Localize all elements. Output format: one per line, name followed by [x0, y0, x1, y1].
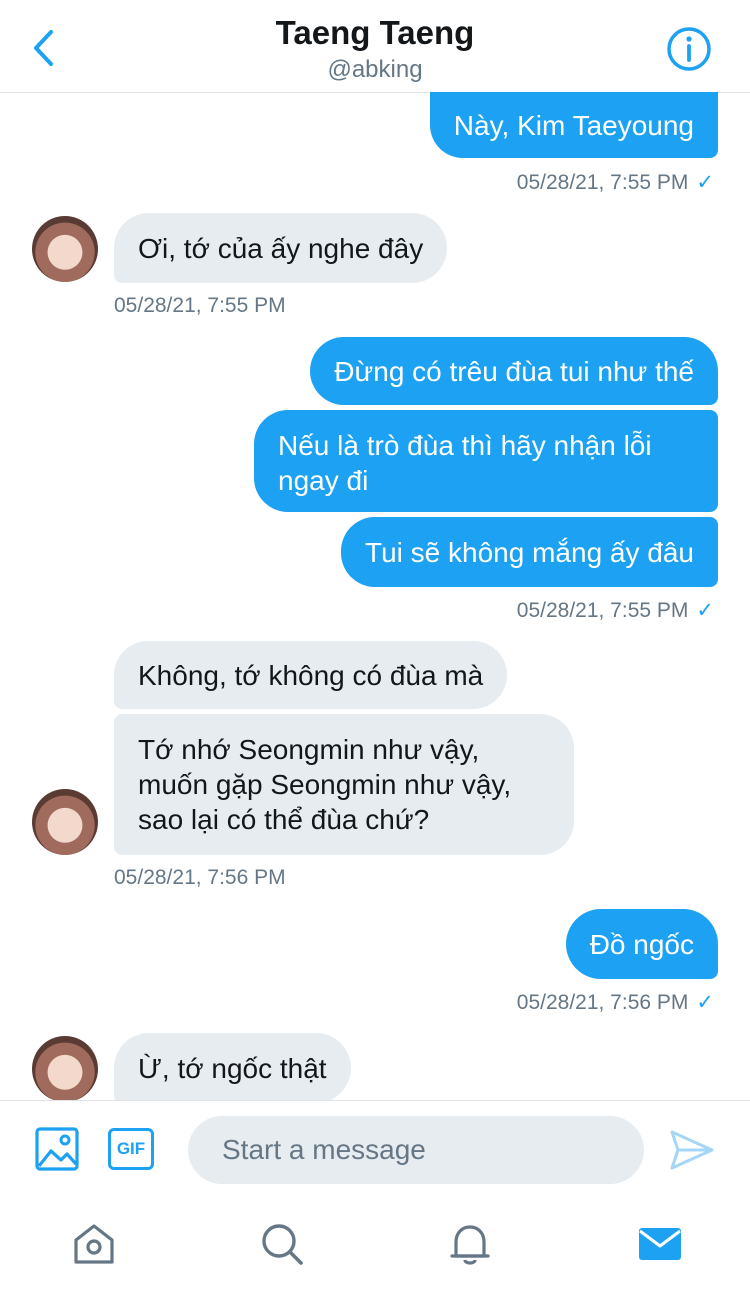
message-timestamp: 05/28/21, 7:56 PM ✓ [516, 991, 714, 1014]
gif-icon: GIF [116, 1139, 146, 1158]
tab-search[interactable] [258, 1220, 306, 1268]
conversation-title[interactable]: Taeng Taeng [0, 14, 750, 52]
message-timestamp: 05/28/21, 7:55 PM ✓ [516, 171, 714, 194]
avatar[interactable] [32, 1036, 98, 1102]
send-icon [670, 1130, 714, 1170]
avatar[interactable] [32, 789, 98, 855]
message-text: Tui sẽ không mắng ấy đâu [365, 536, 694, 568]
tab-notifications[interactable] [446, 1220, 494, 1268]
message-bubble-outgoing[interactable]: Tui sẽ không mắng ấy đâu [341, 517, 718, 587]
message-bubble-outgoing[interactable]: Nếu là trò đùa thì hãy nhận lỗi ngay đi [254, 410, 718, 512]
message-text: Ừ, tớ ngốc thật [138, 1052, 327, 1084]
message-bubble-outgoing[interactable]: Đồ ngốc [565, 909, 718, 979]
message-text: Đừng có trêu đùa tui như thế [334, 355, 694, 387]
message-text: Không, tớ không có đùa mà [138, 659, 484, 691]
read-check-icon: ✓ [696, 991, 714, 1014]
message-timestamp: 05/28/21, 7:55 PM ✓ [516, 599, 714, 622]
send-button[interactable] [668, 1126, 716, 1174]
read-check-icon: ✓ [696, 599, 714, 622]
message-bubble-incoming[interactable]: Ơi, tớ của ấy nghe đây [114, 213, 448, 283]
message-text: Ơi, tớ của ấy nghe đây [138, 232, 424, 264]
home-icon [74, 1224, 114, 1264]
info-icon [667, 27, 711, 71]
add-gif-button[interactable]: GIF [108, 1128, 154, 1170]
message-text: Tớ nhớ Seongmin như vậy, muốn gặp Seongm… [138, 734, 512, 835]
message-bubble-incoming[interactable]: Tớ nhớ Seongmin như vậy, muốn gặp Seongm… [114, 714, 574, 855]
message-timestamp: 05/28/21, 7:56 PM [114, 866, 286, 889]
message-bubble-incoming[interactable]: Không, tớ không có đùa mà [114, 641, 508, 709]
message-text: Này, Kim Taeyoung [453, 109, 694, 141]
message-timestamp: 05/28/21, 7:55 PM [114, 294, 286, 317]
tab-home[interactable] [70, 1220, 118, 1268]
conversation-header: Taeng Taeng @abking [0, 0, 750, 93]
info-button[interactable] [666, 26, 712, 72]
message-bubble-outgoing[interactable]: Này, Kim Taeyoung [429, 92, 718, 158]
message-input-placeholder: Start a message [222, 1134, 426, 1165]
add-image-button[interactable] [34, 1126, 80, 1172]
message-input[interactable]: Start a message [188, 1116, 644, 1184]
avatar[interactable] [32, 216, 98, 282]
message-text: Đồ ngốc [589, 928, 694, 960]
image-icon [35, 1127, 79, 1171]
conversation-handle: @abking [327, 56, 423, 83]
message-bubble-incoming[interactable]: Ừ, tớ ngốc thật [114, 1033, 351, 1103]
read-check-icon: ✓ [696, 171, 714, 194]
tab-messages[interactable] [636, 1220, 684, 1268]
search-icon [262, 1224, 303, 1265]
message-text: Nếu là trò đùa thì hãy nhận lỗi ngay đi [278, 430, 652, 496]
bell-icon [450, 1225, 490, 1265]
mail-icon [639, 1228, 681, 1260]
message-bubble-outgoing[interactable]: Đừng có trêu đùa tui như thế [310, 337, 718, 405]
